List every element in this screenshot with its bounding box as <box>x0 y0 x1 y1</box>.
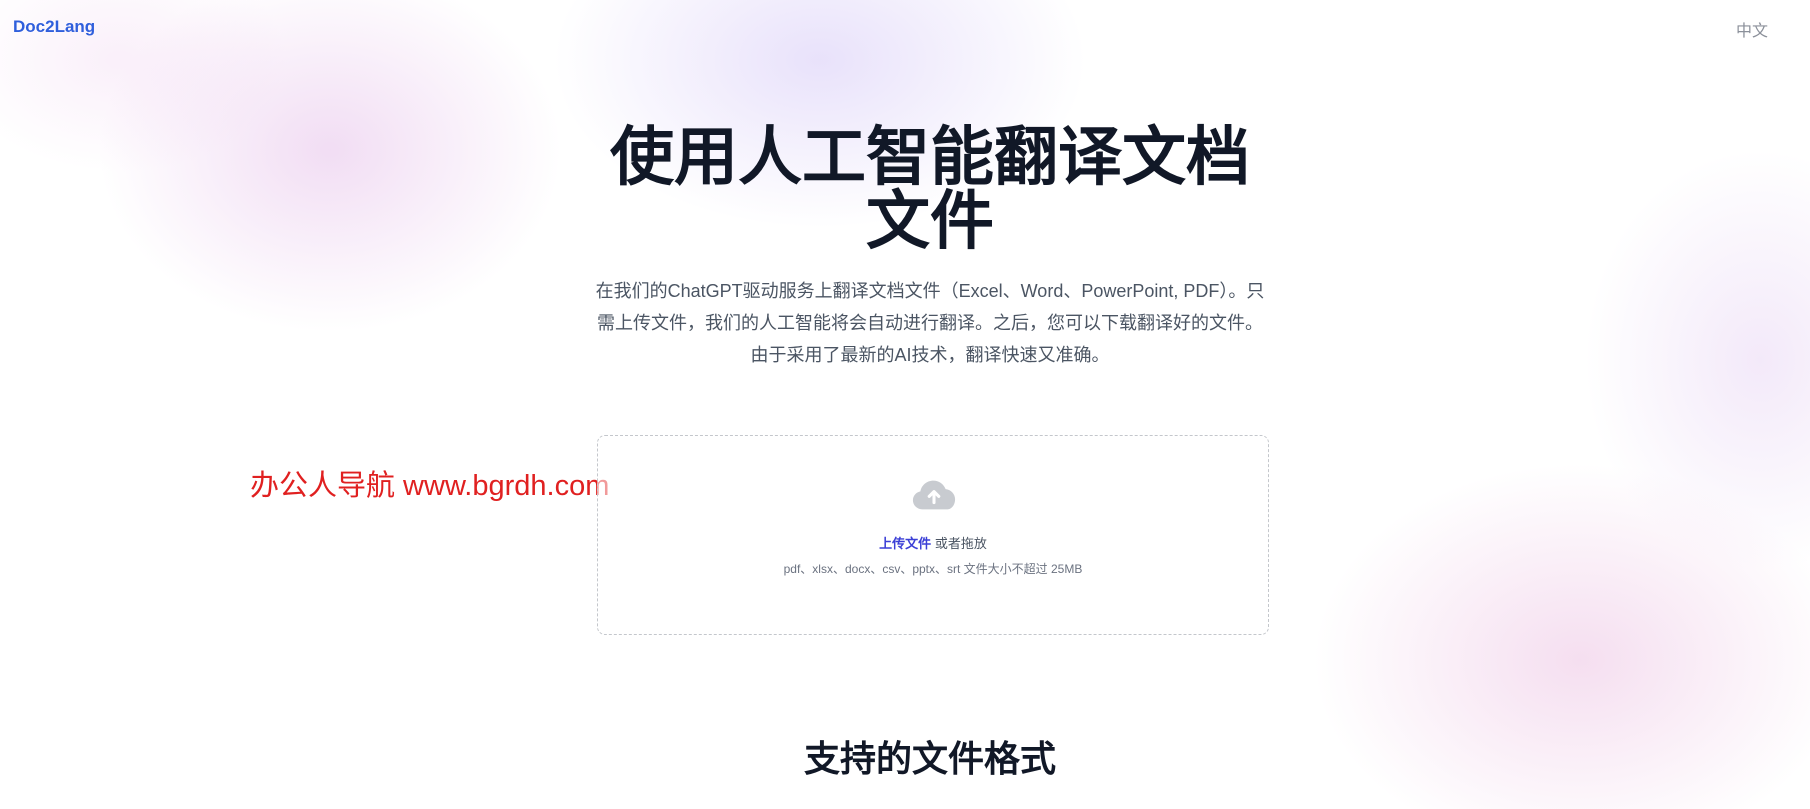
supported-formats-title: 支持的文件格式 <box>803 738 1056 779</box>
upload-file-link[interactable]: 上传文件 <box>879 536 931 551</box>
file-upload-dropzone[interactable]: 上传文件 或者拖放 pdf、xlsx、docx、csv、pptx、srt 文件大… <box>597 435 1269 635</box>
logo-link[interactable]: Doc2Lang <box>13 17 95 37</box>
upload-instruction: 上传文件 或者拖放 <box>598 533 1268 552</box>
watermark-text: 办公人导航 www.bgrdh.com <box>250 470 610 502</box>
upload-format-hint: pdf、xlsx、docx、csv、pptx、srt 文件大小不超过 25MB <box>783 562 1083 576</box>
cloud-upload-icon <box>912 480 956 510</box>
hero-description: 在我们的ChatGPT驱动服务上翻译文档文件（Excel、Word、PowerP… <box>595 281 1265 365</box>
or-drag-text: 或者拖放 <box>934 536 987 551</box>
page-title: 使用人工智能翻译文档文件 <box>610 121 1250 257</box>
language-switcher[interactable]: 中文 <box>1736 17 1768 41</box>
